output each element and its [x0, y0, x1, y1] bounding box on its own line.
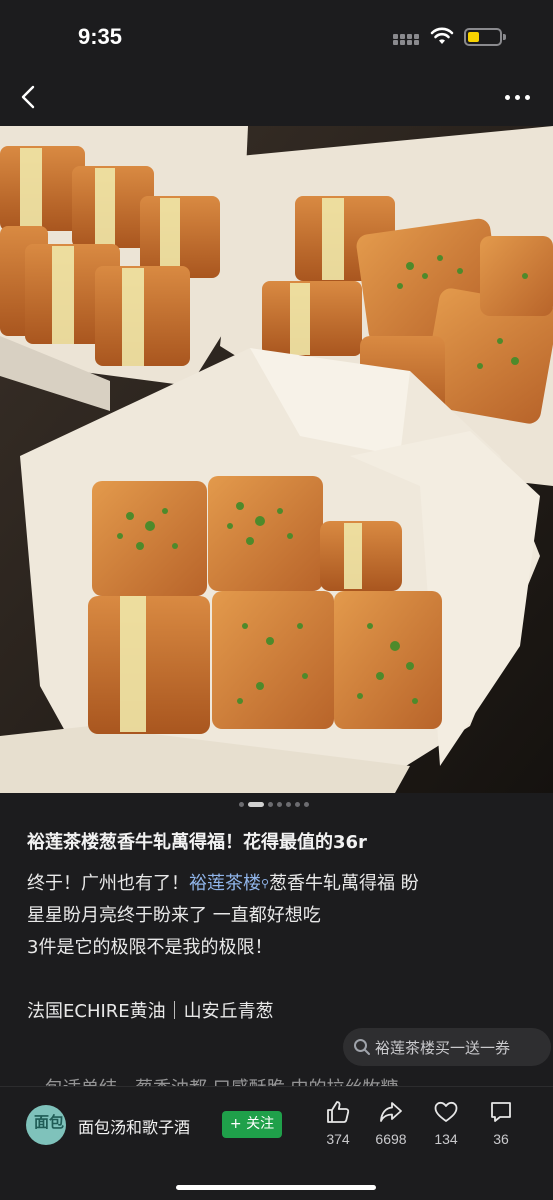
- food-photo-illustration: [0, 126, 553, 793]
- home-indicator: [176, 1185, 376, 1190]
- heart-icon: [434, 1101, 458, 1122]
- post-photo[interactable]: [0, 126, 553, 793]
- search-suggestion-pill[interactable]: 裕莲茶楼买一送一券: [343, 1028, 551, 1066]
- post-body-blank: [27, 964, 537, 996]
- search-icon: [354, 1039, 370, 1055]
- post-body-text: 终于！广州也有了！: [27, 873, 189, 894]
- wifi-icon: [430, 27, 454, 44]
- post-body-line: 法国ECHIRE黄油｜山安丘青葱: [27, 1001, 274, 1022]
- post-body-line: 3件是它的极限不是我的极限！: [27, 937, 273, 958]
- comment-bubble-icon: [491, 1102, 511, 1122]
- like-count: 374: [326, 1131, 350, 1147]
- carousel-dot: [268, 802, 273, 807]
- search-suggestion-text: 裕莲茶楼买一送一券: [375, 1039, 511, 1057]
- battery-icon: [464, 28, 506, 46]
- topic-link[interactable]: 裕莲茶楼⚲: [189, 873, 269, 894]
- carousel-dot: [286, 802, 291, 807]
- post-body: 终于！广州也有了！裕莲茶楼⚲葱香牛轧萬得福 盼 星星盼月亮终于盼来了 一直都好想…: [27, 868, 537, 1028]
- more-options-icon[interactable]: [505, 86, 531, 108]
- carousel-dot: [304, 802, 309, 807]
- favorite-count: 134: [434, 1131, 458, 1147]
- avatar[interactable]: 面包: [26, 1105, 66, 1145]
- status-time: 9:35: [78, 24, 123, 49]
- carousel-indicator: [0, 800, 553, 810]
- carousel-dot-active: [248, 802, 264, 807]
- author-name[interactable]: 面包汤和歌子酒: [78, 1114, 190, 1138]
- carousel-dot: [277, 802, 282, 807]
- like-button[interactable]: 374: [313, 1099, 363, 1159]
- search-mini-icon: ⚲: [261, 877, 270, 890]
- back-arrow-icon[interactable]: [14, 82, 44, 112]
- comment-button[interactable]: 36: [476, 1099, 526, 1159]
- post-body-line: 星星盼月亮终于盼来了 一直都好想吃: [27, 905, 321, 926]
- bottom-action-bar: 面包 面包汤和歌子酒 + 关注 374 6698 134 36: [0, 1086, 553, 1200]
- top-nav: [0, 70, 553, 126]
- cellular-signal-icon: [393, 34, 421, 46]
- comment-count: 36: [493, 1131, 509, 1147]
- carousel-dot: [295, 802, 300, 807]
- post-title: 裕莲茶楼葱香牛轧萬得福！花得最值的36r: [27, 832, 367, 853]
- share-count: 6698: [375, 1131, 407, 1147]
- status-bar: 9:35: [0, 0, 553, 70]
- share-arrow-icon: [380, 1102, 402, 1122]
- follow-button[interactable]: + 关注: [222, 1111, 282, 1138]
- thumbs-up-icon: [327, 1101, 350, 1123]
- post-body-text: 葱香牛轧萬得福 盼: [269, 873, 419, 894]
- carousel-dot: [239, 802, 244, 807]
- favorite-button[interactable]: 134: [421, 1099, 471, 1159]
- share-button[interactable]: 6698: [366, 1099, 416, 1159]
